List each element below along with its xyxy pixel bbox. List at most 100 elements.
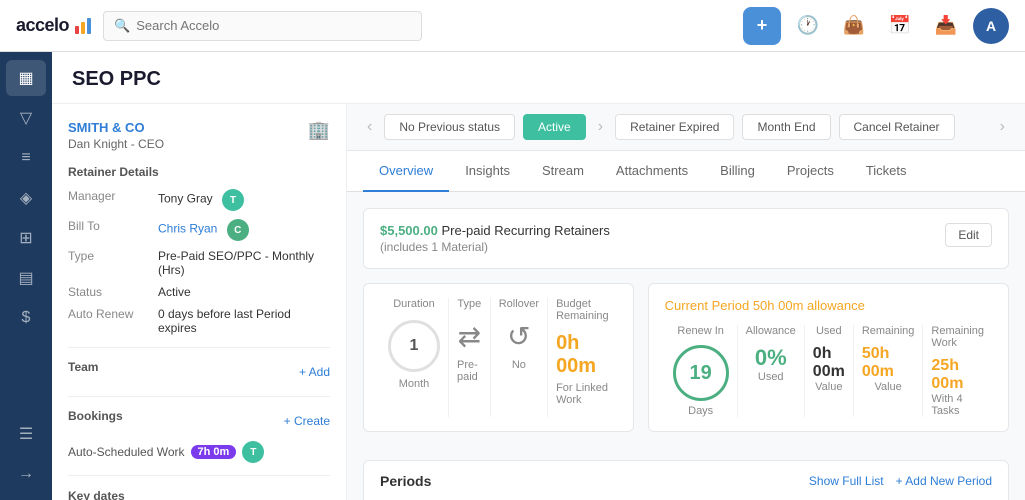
bill-to-value: Chris Ryan C (158, 219, 330, 241)
used-label: Value (815, 381, 842, 393)
retainer-expired-status[interactable]: Retainer Expired (615, 114, 734, 140)
page-title: SEO PPC (72, 68, 1005, 91)
add-button[interactable]: + (743, 7, 781, 45)
edit-button[interactable]: Edit (945, 223, 992, 247)
period-metrics: Renew In 19 Days Allowance 0% Used (665, 325, 992, 417)
tab-insights[interactable]: Insights (449, 151, 526, 192)
detail-auto-renew: Auto Renew 0 days before last Period exp… (68, 307, 330, 335)
sidebar-item-filter[interactable]: ▽ (6, 100, 46, 136)
sidebar-item-forward[interactable]: → (6, 456, 46, 492)
company-header: SMITH & CO Dan Knight - CEO 🏢 (68, 120, 330, 151)
tab-tickets[interactable]: Tickets (850, 151, 923, 192)
allowance-label: Used (758, 371, 784, 383)
company-name[interactable]: SMITH & CO (68, 120, 164, 135)
status-next[interactable]: › (996, 118, 1009, 136)
tab-overview[interactable]: Overview (363, 151, 449, 192)
overview-content: $5,500.00 Pre-paid Recurring Retainers (… (347, 192, 1025, 500)
no-previous-status[interactable]: No Previous status (384, 114, 515, 140)
calendar-icon: 📅 (889, 15, 911, 36)
month-end-status[interactable]: Month End (742, 114, 830, 140)
duration-circle: 1 (388, 320, 440, 372)
bill-to-label: Bill To (68, 219, 158, 241)
sidebar-item-reports[interactable]: ☰ (6, 416, 46, 452)
auto-renew-label: Auto Renew (68, 307, 158, 335)
type-value: Pre-Paid SEO/PPC - Monthly (Hrs) (158, 249, 330, 277)
create-booking-link[interactable]: + Create (284, 414, 330, 428)
remaining-work-label: With 4 Tasks (931, 393, 984, 417)
right-panel: ‹ No Previous status Active › Retainer E… (347, 104, 1025, 500)
company-contact: Dan Knight - CEO (68, 137, 164, 151)
sidebar-item-tags[interactable]: ◈ (6, 180, 46, 216)
add-new-period[interactable]: + Add New Period (896, 474, 992, 488)
add-team-link[interactable]: + Add (299, 365, 330, 379)
tab-attachments[interactable]: Attachments (600, 151, 704, 192)
metric-rollover: Rollover ↺ No (491, 298, 548, 417)
manager-value: Tony Gray T (158, 189, 330, 211)
user-avatar[interactable]: A (973, 8, 1009, 44)
sidebar-item-list[interactable]: ≡ (6, 140, 46, 176)
active-status[interactable]: Active (523, 114, 586, 140)
remaining-value: 50h 00m (862, 345, 915, 381)
cancel-retainer-status[interactable]: Cancel Retainer (839, 114, 955, 140)
logo-bars (75, 18, 91, 34)
used-value: 0h 00m (813, 345, 845, 381)
auto-scheduled-label: Auto-Scheduled Work (68, 445, 185, 459)
metrics-row: Duration 1 Month Type ⇄ Pre-paid (363, 283, 1009, 446)
retainer-details-title: Retainer Details (68, 165, 330, 179)
inbox-icon: 📥 (935, 15, 957, 36)
nav-icons: + 🕐 👜 📅 📥 A (743, 7, 1009, 45)
rollover-header: Rollover (499, 298, 539, 310)
status-prev[interactable]: ‹ (363, 118, 376, 136)
retainer-summary: $5,500.00 Pre-paid Recurring Retainers (… (363, 208, 1009, 269)
key-dates-label: Key dates (68, 489, 125, 500)
detail-manager: Manager Tony Gray T (68, 189, 330, 211)
detail-type: Type Pre-Paid SEO/PPC - Monthly (Hrs) (68, 249, 330, 277)
used-header: Used (816, 325, 842, 337)
remaining-work-value: 25h 00m (931, 357, 984, 393)
retainer-heading: $5,500.00 Pre-paid Recurring Retainers (380, 223, 610, 238)
tab-stream[interactable]: Stream (526, 151, 600, 192)
retainer-sub: (includes 1 Material) (380, 240, 610, 254)
tab-projects[interactable]: Projects (771, 151, 850, 192)
top-nav: accelo 🔍 + 🕐 👜 📅 📥 A (0, 0, 1025, 52)
current-period: Current Period 50h 00m allowance Renew I… (648, 283, 1009, 432)
search-box[interactable]: 🔍 (103, 11, 422, 41)
periods-title: Periods (380, 473, 431, 489)
bill-to-badge: C (227, 219, 249, 241)
sidebar-item-screen[interactable]: ▤ (6, 260, 46, 296)
content-area: SMITH & CO Dan Knight - CEO 🏢 Retainer D… (52, 104, 1025, 500)
manager-badge: T (222, 189, 244, 211)
renew-label: Days (688, 405, 713, 417)
team-section: Team + Add (68, 360, 330, 384)
clock-button[interactable]: 🕐 (789, 7, 827, 45)
type-header: Type (457, 298, 481, 310)
clock-icon: 🕐 (797, 15, 819, 36)
bag-button[interactable]: 👜 (835, 7, 873, 45)
status-bar: ‹ No Previous status Active › Retainer E… (347, 104, 1025, 151)
budget-value: 0h 00m (556, 332, 609, 378)
calendar-button[interactable]: 📅 (881, 7, 919, 45)
search-input[interactable] (136, 18, 411, 33)
tab-billing[interactable]: Billing (704, 151, 771, 192)
bag-icon: 👜 (843, 15, 865, 36)
type-val: Pre-paid (457, 359, 482, 383)
bookings-label: Bookings (68, 409, 123, 423)
layout: ▦ ▽ ≡ ◈ ⊞ ▤ $ ☰ → SEO PPC SMITH & CO Dan… (0, 52, 1025, 500)
page-header: SEO PPC (52, 52, 1025, 104)
left-panel: SMITH & CO Dan Knight - CEO 🏢 Retainer D… (52, 104, 347, 500)
periods-actions: Show Full List + Add New Period (809, 474, 992, 488)
renew-in-col: Renew In 19 Days (665, 325, 738, 417)
sidebar-item-calendar[interactable]: ⊞ (6, 220, 46, 256)
periods-section: Periods Show Full List + Add New Period … (363, 460, 1009, 500)
sidebar-item-billing[interactable]: $ (6, 300, 46, 336)
search-icon: 🔍 (114, 18, 130, 34)
rollover-val: No (512, 359, 526, 371)
current-period-header: Current Period 50h 00m allowance (665, 298, 992, 313)
show-full-list[interactable]: Show Full List (809, 474, 884, 488)
sidebar-item-dashboard[interactable]: ▦ (6, 60, 46, 96)
duration-header: Duration (393, 298, 435, 310)
status-next-small[interactable]: › (594, 118, 607, 136)
prepaid-icon: ⇄ (458, 320, 481, 353)
metric-budget: Budget Remaining 0h 00m For Linked Work (548, 298, 617, 417)
inbox-button[interactable]: 📥 (927, 7, 965, 45)
